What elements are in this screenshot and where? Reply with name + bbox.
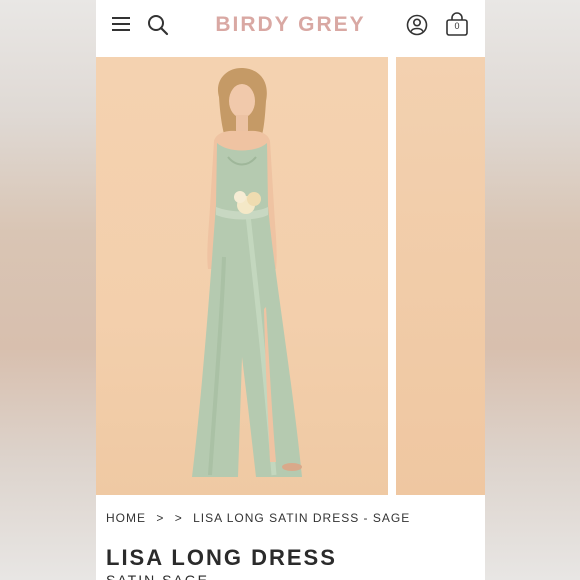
product-image-carousel[interactable] [96, 57, 485, 495]
breadcrumb-separator: > [174, 511, 183, 525]
breadcrumb-current-page[interactable]: LISA LONG SATIN DRESS - SAGE [193, 511, 410, 525]
site-header: BIRDY GREY 0 [96, 0, 485, 56]
product-image-main[interactable] [96, 57, 388, 495]
blurred-backdrop-right [485, 0, 580, 580]
blurred-backdrop-left [0, 0, 96, 580]
product-image-next[interactable] [396, 57, 485, 495]
product-page: BIRDY GREY 0 HOME > > LISA LONG SATIN DR… [96, 0, 485, 580]
cart-count-badge: 0 [454, 21, 460, 31]
breadcrumb-separator: > [156, 511, 165, 525]
model-photo [192, 67, 302, 477]
breadcrumb-home-link[interactable]: HOME [106, 511, 146, 525]
user-account-icon[interactable] [406, 14, 428, 36]
product-title: LISA LONG DRESS [106, 545, 337, 570]
search-icon[interactable] [147, 14, 169, 36]
hamburger-menu-icon[interactable] [112, 16, 130, 32]
shopping-bag-icon[interactable]: 0 [445, 12, 469, 37]
breadcrumb: HOME > > LISA LONG SATIN DRESS - SAGE [106, 511, 416, 525]
product-subtitle: SATIN SAGE [106, 572, 209, 580]
